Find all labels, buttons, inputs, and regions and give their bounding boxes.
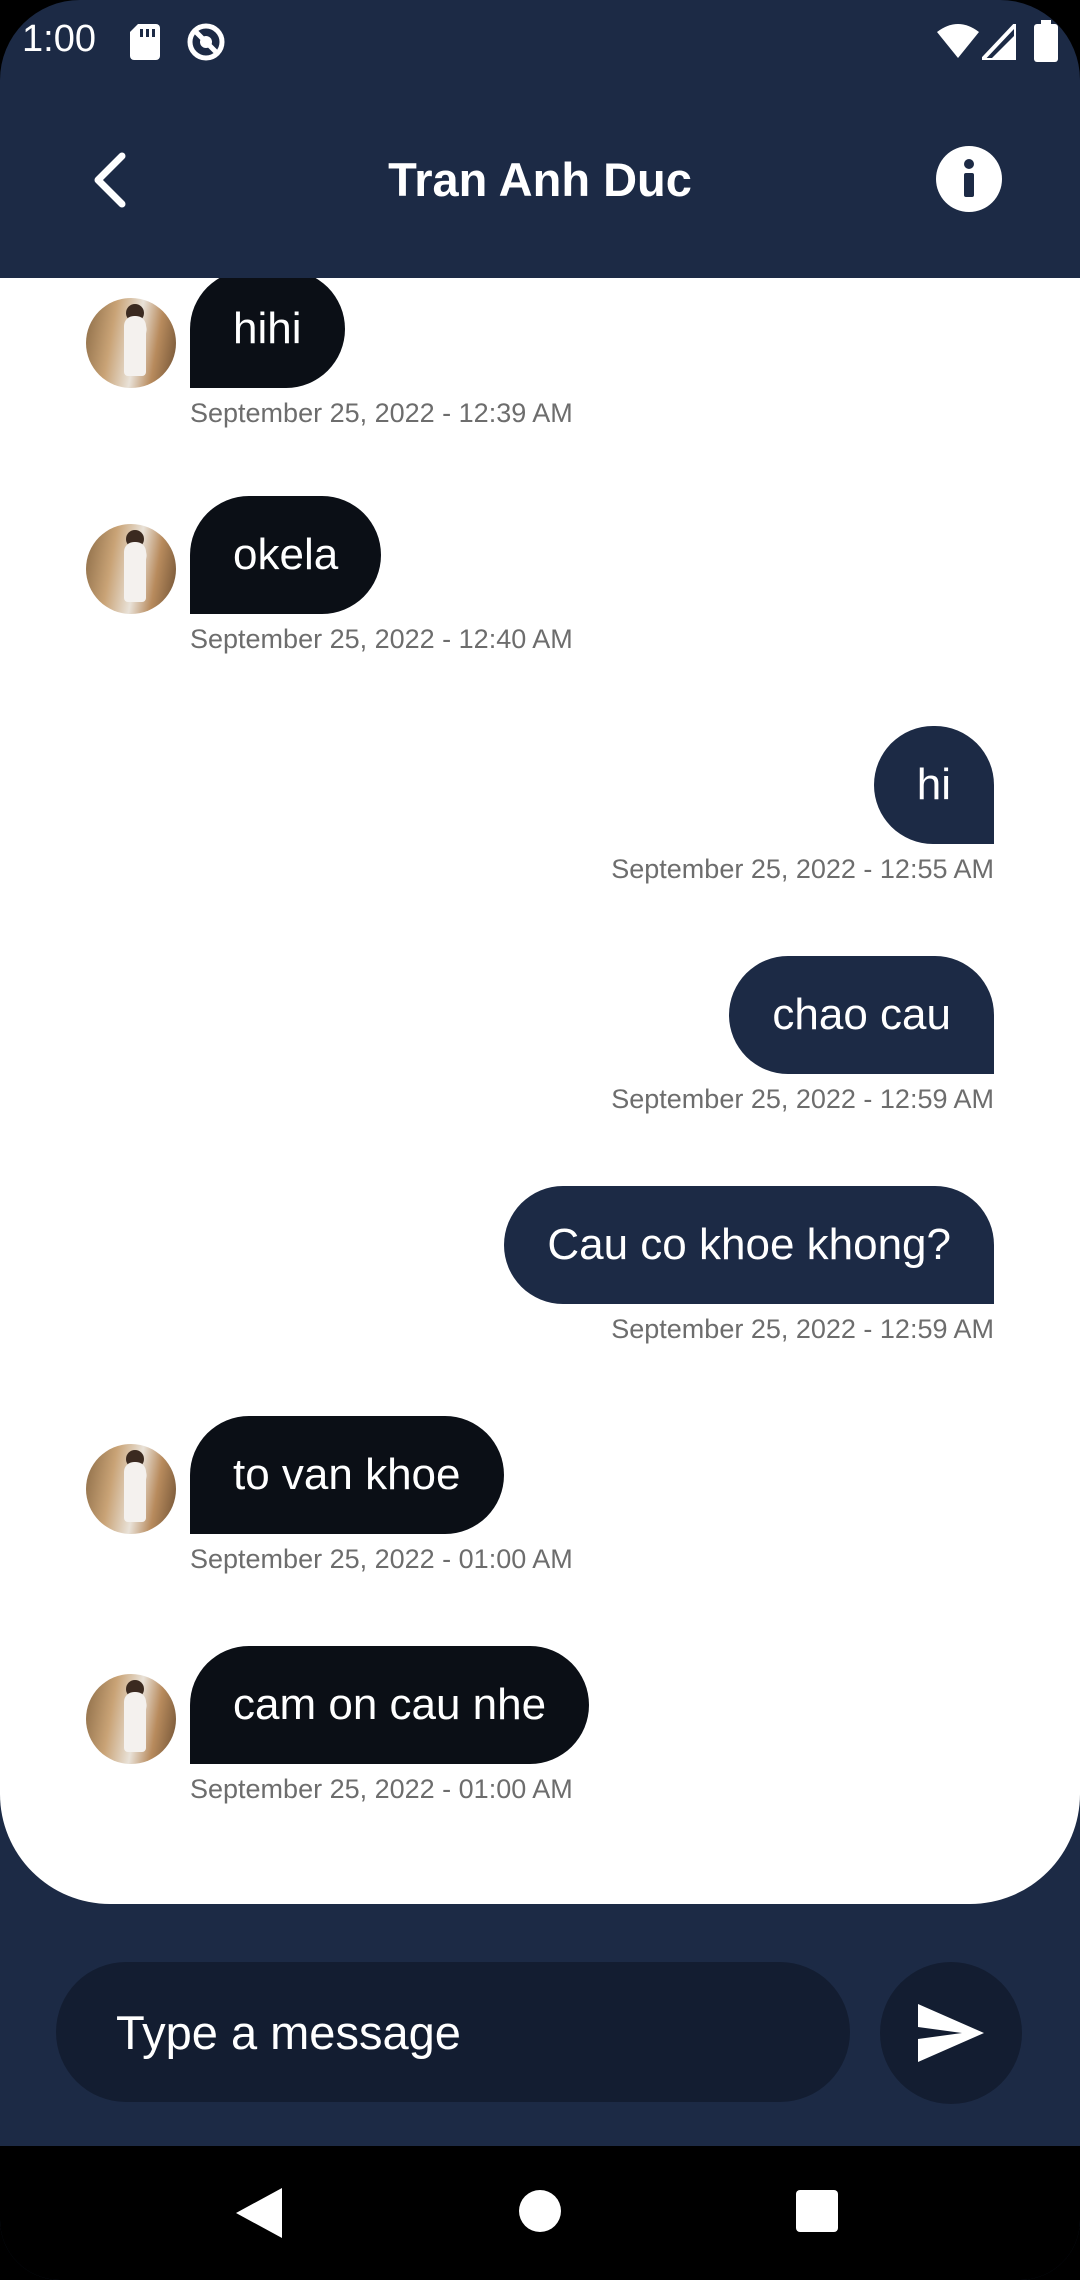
sd-card-icon [130, 24, 160, 60]
message-bubble[interactable]: chao cau [729, 956, 994, 1074]
signal-icon [982, 24, 1016, 60]
phone-screen: 1:00 Tran Anh Duc hihi September 25, 202… [0, 0, 1080, 2280]
contact-avatar[interactable] [86, 298, 176, 388]
message-timestamp: September 25, 2022 - 12:59 AM [611, 1314, 994, 1344]
info-button[interactable] [936, 146, 1002, 212]
nav-recents-icon[interactable] [796, 2190, 838, 2232]
info-icon [964, 159, 974, 197]
wifi-icon [937, 24, 979, 58]
send-button[interactable] [880, 1962, 1022, 2104]
sync-off-icon [187, 23, 225, 61]
chat-header: Tran Anh Duc [0, 90, 1080, 278]
send-icon [918, 2004, 984, 2062]
message-bubble[interactable]: hi [873, 726, 994, 844]
message-bubble[interactable]: to van khoe [190, 1416, 504, 1534]
message-bubble[interactable]: cam on cau nhe [190, 1646, 590, 1764]
contact-avatar[interactable] [86, 1444, 176, 1534]
nav-back-icon[interactable] [236, 2188, 282, 2238]
message-timestamp: September 25, 2022 - 12:40 AM [190, 624, 573, 654]
status-time: 1:00 [22, 18, 96, 60]
system-nav-bar [0, 2146, 1080, 2280]
contact-avatar[interactable] [86, 1674, 176, 1764]
message-bubble[interactable]: okela [190, 496, 382, 614]
message-timestamp: September 25, 2022 - 01:00 AM [190, 1774, 573, 1804]
message-timestamp: September 25, 2022 - 12:39 AM [190, 398, 573, 428]
status-bar: 1:00 [0, 0, 1080, 90]
message-timestamp: September 25, 2022 - 12:55 AM [611, 854, 994, 884]
message-list[interactable]: hihi September 25, 2022 - 12:39 AM okela… [0, 278, 1080, 1904]
contact-name: Tran Anh Duc [388, 153, 692, 206]
message-timestamp: September 25, 2022 - 12:59 AM [611, 1084, 994, 1114]
message-composer [56, 1962, 850, 2102]
nav-home-icon[interactable] [519, 2190, 561, 2232]
message-input[interactable] [114, 2003, 818, 2061]
battery-icon [1034, 20, 1058, 62]
message-bubble[interactable]: hihi [190, 278, 345, 388]
contact-avatar[interactable] [86, 524, 176, 614]
message-bubble[interactable]: Cau co khoe khong? [504, 1186, 994, 1304]
message-timestamp: September 25, 2022 - 01:00 AM [190, 1544, 573, 1574]
